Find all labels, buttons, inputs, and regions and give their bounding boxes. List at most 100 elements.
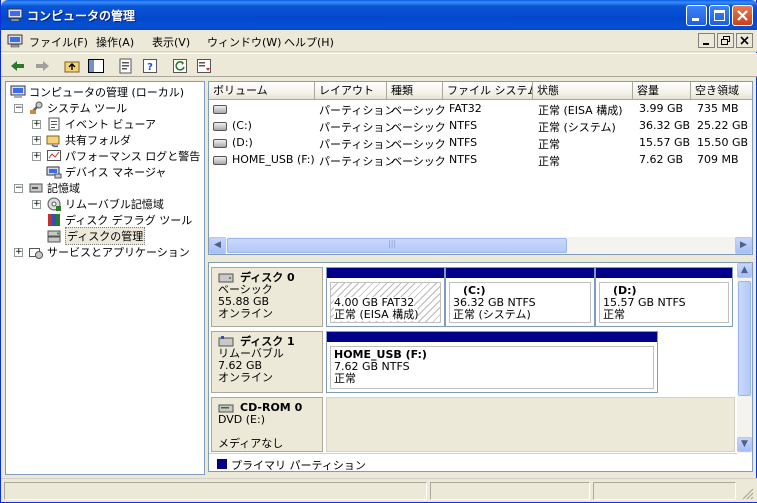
title-bar[interactable]: コンピュータの管理 bbox=[1, 0, 757, 30]
tree-item-removable-storage[interactable]: + リムーバブル記憶域 bbox=[32, 196, 164, 212]
column-header-capacity[interactable]: 容量 bbox=[633, 82, 691, 100]
up-folder-icon[interactable] bbox=[63, 57, 81, 75]
menu-view[interactable]: 表示(V) bbox=[152, 34, 190, 50]
child-close-button[interactable] bbox=[736, 33, 753, 48]
partition-status: 正常 bbox=[334, 372, 356, 385]
horizontal-scrollbar[interactable]: ◀ ||| ▶ bbox=[209, 237, 752, 254]
tree-item-shared-folders[interactable]: + 共有フォルダ bbox=[32, 132, 131, 148]
tree-item-event-viewer[interactable]: + イベント ビューア bbox=[32, 116, 156, 132]
child-restore-button[interactable] bbox=[717, 33, 734, 48]
cell-type: ベーシック bbox=[391, 104, 446, 117]
cell-type: ベーシック bbox=[391, 155, 446, 168]
defrag-icon bbox=[48, 214, 60, 226]
column-header-status[interactable]: 状態 bbox=[533, 82, 633, 100]
cell-type: ベーシック bbox=[391, 138, 446, 151]
cell-capacity: 3.99 GB bbox=[639, 102, 684, 115]
disk1-label[interactable]: ディスク 1 リムーバブル 7.62 GB オンライン bbox=[211, 331, 323, 393]
menu-help[interactable]: ヘルプ(H) bbox=[284, 34, 334, 50]
scroll-left-button[interactable]: ◀ bbox=[209, 237, 226, 254]
table-row[interactable]: (D:) パーティション ベーシック NTFS 正常 15.57 GB 15.5… bbox=[209, 134, 752, 151]
column-header-free-space[interactable]: 空き領域 bbox=[691, 82, 752, 100]
menu-file[interactable]: ファイル(F) bbox=[29, 34, 88, 50]
collapse-icon[interactable]: − bbox=[14, 103, 23, 113]
tree-item-services-applications[interactable]: + サービスとアプリケーション bbox=[14, 244, 190, 260]
maximize-button[interactable] bbox=[709, 5, 730, 26]
child-minimize-button[interactable] bbox=[698, 33, 715, 48]
tree-item-disk-management[interactable]: ディスクの管理 bbox=[46, 227, 146, 245]
menu-action[interactable]: 操作(A) bbox=[96, 34, 134, 50]
column-header-volume[interactable]: ボリューム bbox=[209, 82, 315, 100]
legend: プライマリ パーティション bbox=[209, 453, 737, 471]
expand-icon[interactable]: + bbox=[32, 135, 41, 145]
cell-type: ベーシック bbox=[391, 121, 446, 134]
volume-list-header: ボリューム レイアウト 種類 ファイル システム 状態 容量 空き領域 bbox=[209, 82, 752, 100]
vertical-scrollbar[interactable]: ▲ ▼ bbox=[737, 263, 752, 453]
show-hide-tree-icon[interactable] bbox=[87, 57, 105, 75]
resize-grip-icon[interactable] bbox=[741, 487, 754, 500]
disk-management-icon bbox=[47, 230, 61, 243]
tools-icon bbox=[30, 101, 43, 114]
disk0-label[interactable]: ディスク 0 ベーシック 55.88 GB オンライン bbox=[211, 267, 323, 327]
event-viewer-icon bbox=[48, 117, 60, 131]
cell-volume: (D:) bbox=[232, 136, 253, 149]
menu-window[interactable]: ウィンドウ(W) bbox=[207, 34, 281, 50]
collapse-icon[interactable]: − bbox=[14, 183, 23, 193]
minimize-button[interactable] bbox=[686, 5, 707, 26]
partition-eisa[interactable]: 4.00 GB FAT32 正常 (EISA 構成) bbox=[326, 267, 445, 327]
computer-management-icon bbox=[7, 8, 23, 22]
tree-item-performance-logs[interactable]: + パフォーマンス ログと警告 bbox=[32, 148, 200, 164]
services-icon bbox=[29, 248, 43, 259]
expand-icon[interactable]: + bbox=[14, 247, 23, 257]
tree-item-device-manager[interactable]: デバイス マネージャ bbox=[46, 164, 166, 180]
scroll-thumb[interactable]: ||| bbox=[227, 238, 567, 253]
table-row[interactable]: パーティション ベーシック FAT32 正常 (EISA 構成) 3.99 GB… bbox=[209, 100, 752, 117]
tree-item-label: イベント ビューア bbox=[65, 118, 157, 131]
cell-free-space: 735 MB bbox=[697, 102, 739, 115]
column-header-type[interactable]: 種類 bbox=[387, 82, 443, 100]
partition-home-usb[interactable]: HOME_USB (F:) 7.62 GB NTFS 正常 bbox=[326, 331, 658, 393]
tree-item-label: デバイス マネージャ bbox=[65, 166, 167, 179]
scroll-up-button[interactable]: ▲ bbox=[737, 263, 752, 278]
tree-item-storage[interactable]: − 記憶域 bbox=[14, 180, 80, 196]
storage-icon bbox=[29, 183, 43, 193]
partition-d[interactable]: (D:) 15.57 GB NTFS 正常 bbox=[595, 267, 733, 327]
close-button[interactable] bbox=[732, 5, 753, 26]
status-panel-3 bbox=[593, 482, 736, 500]
cell-capacity: 15.57 GB bbox=[639, 136, 691, 149]
disk0-status: オンライン bbox=[218, 307, 273, 320]
cell-capacity: 36.32 GB bbox=[639, 119, 691, 132]
scroll-right-button[interactable]: ▶ bbox=[735, 237, 752, 254]
usb-drive-icon bbox=[213, 155, 227, 165]
tree-item-system-tools[interactable]: − システム ツール bbox=[14, 100, 127, 116]
partition-c[interactable]: (C:) 36.32 GB NTFS 正常 (システム) bbox=[445, 267, 595, 327]
back-arrow-icon[interactable] bbox=[9, 57, 27, 75]
properties-icon[interactable] bbox=[117, 57, 135, 75]
column-header-file-system[interactable]: ファイル システム bbox=[443, 82, 533, 100]
help-icon[interactable]: ? bbox=[141, 57, 159, 75]
cell-layout: パーティション bbox=[319, 121, 396, 134]
forward-arrow-icon[interactable] bbox=[33, 57, 51, 75]
cell-status: 正常 bbox=[538, 155, 560, 168]
tree-item-disk-defragmenter[interactable]: ディスク デフラグ ツール bbox=[46, 212, 192, 228]
refresh-icon[interactable] bbox=[171, 57, 189, 75]
tree-item-label: 記憶域 bbox=[47, 182, 80, 195]
tree-item-computer-management[interactable]: コンピュータの管理 (ローカル) bbox=[10, 84, 184, 100]
export-list-icon[interactable] bbox=[195, 57, 213, 75]
cell-file-system: FAT32 bbox=[449, 102, 482, 115]
table-row[interactable]: (C:) パーティション ベーシック NTFS 正常 (システム) 36.32 … bbox=[209, 117, 752, 134]
cell-file-system: NTFS bbox=[449, 153, 478, 166]
tree-item-label: パフォーマンス ログと警告 bbox=[65, 150, 201, 163]
expand-icon[interactable]: + bbox=[32, 151, 41, 161]
expand-icon[interactable]: + bbox=[32, 119, 41, 129]
scroll-down-button[interactable]: ▼ bbox=[737, 437, 752, 452]
column-header-layout[interactable]: レイアウト bbox=[315, 82, 387, 100]
scroll-thumb[interactable] bbox=[738, 281, 751, 396]
cdrom0-label[interactable]: CD-ROM 0 DVD (E:) メディアなし bbox=[211, 397, 323, 452]
table-row[interactable]: HOME_USB (F:) パーティション ベーシック NTFS 正常 7.62… bbox=[209, 151, 752, 168]
app-menu-icon[interactable] bbox=[7, 33, 23, 49]
expand-icon[interactable]: + bbox=[32, 199, 41, 209]
partition-status: 正常 (システム) bbox=[453, 308, 531, 321]
svg-text:?: ? bbox=[147, 62, 153, 73]
cdrom-empty-area bbox=[326, 397, 735, 452]
partition-status: 正常 bbox=[603, 308, 625, 321]
